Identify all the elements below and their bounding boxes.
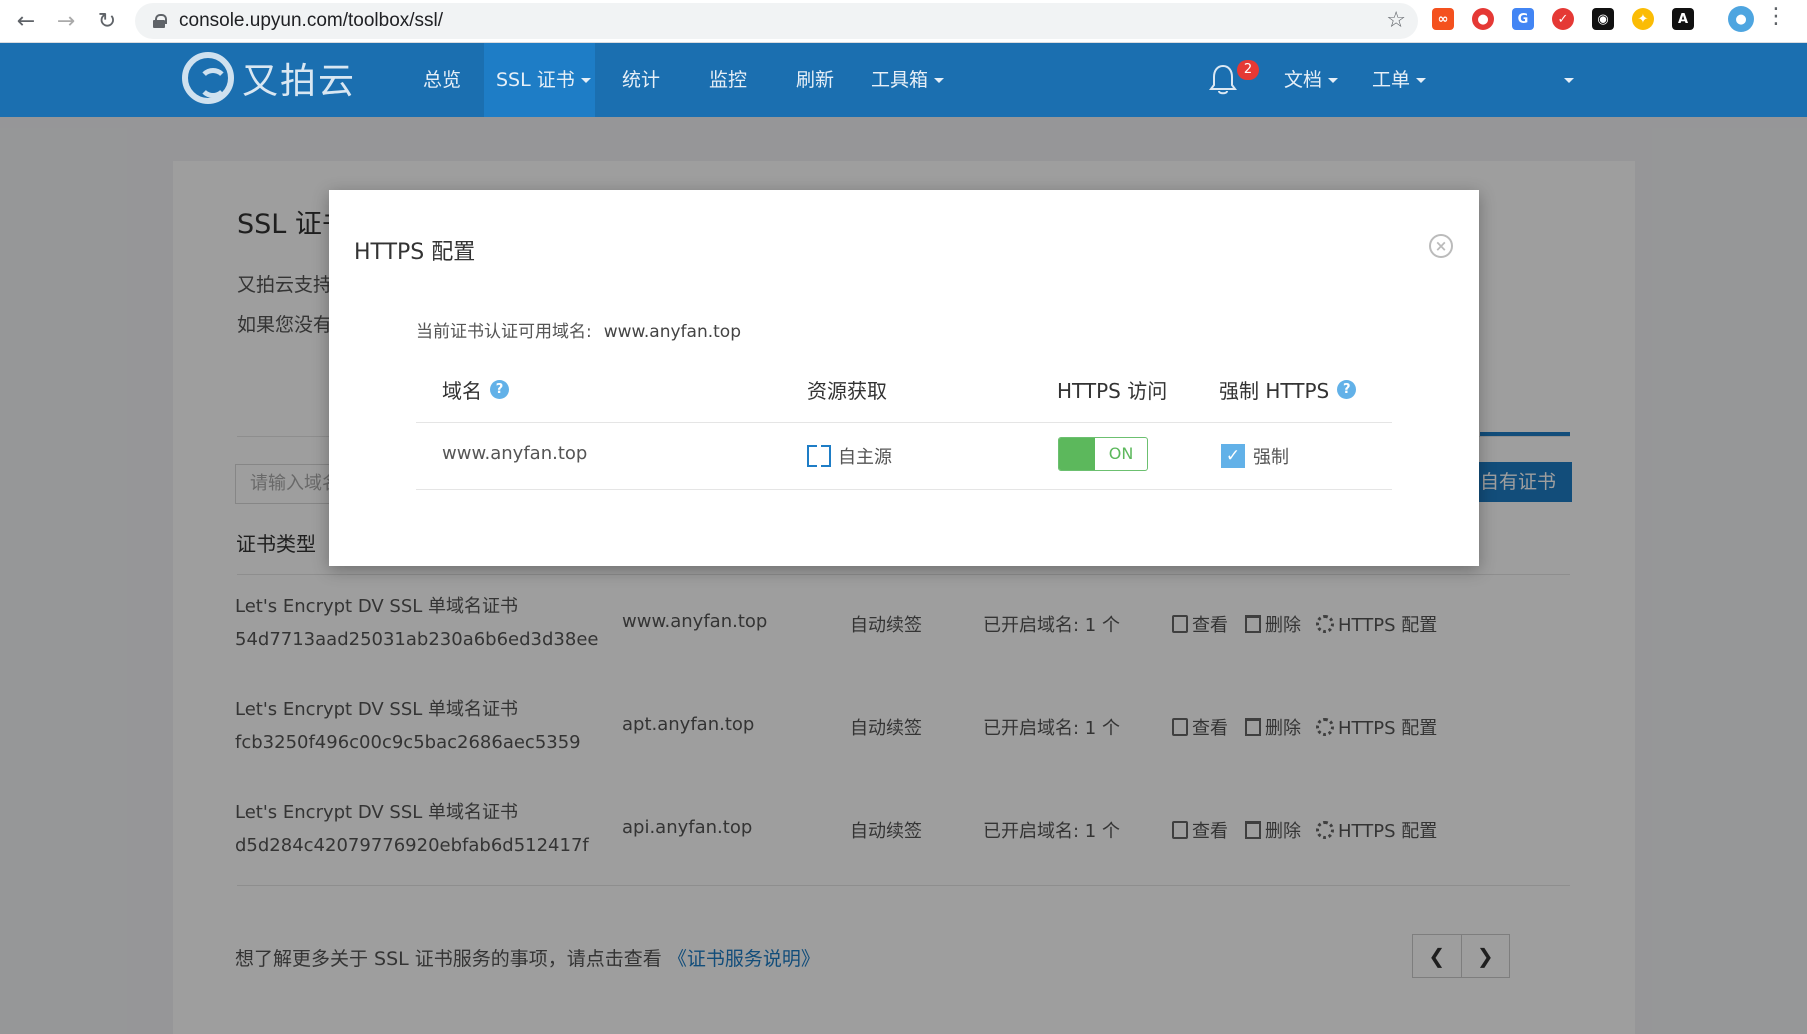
address-bar[interactable]: console.upyun.com/toolbox/ssl/ ☆ [135,3,1418,39]
row-source-label: 自主源 [838,447,892,468]
origin-server-icon [807,445,831,467]
nav-ticket[interactable]: 工单 [1372,43,1427,117]
extension-icon-2[interactable]: ● [1472,8,1494,30]
chevron-down-icon [1564,78,1574,83]
upyun-logo[interactable]: 又拍云 [182,52,356,104]
back-icon[interactable]: ← [6,1,46,41]
nav-toolbox-label: 工具箱 [871,69,929,91]
header-https-access: HTTPS 访问 [1057,375,1167,404]
divider [416,489,1392,490]
nav-toolbox[interactable]: 工具箱 [871,43,945,117]
toggle-knob [1059,438,1095,470]
nav-docs-label: 文档 [1284,69,1323,91]
nav-docs[interactable]: 文档 [1284,43,1339,117]
force-https-label: 强制 [1253,447,1289,468]
row-domain: www.anyfan.top [442,443,588,464]
top-navigation: 又拍云 总览 SSL 证书 统计 监控 刷新 工具箱 2 文档 工单 [0,43,1807,117]
chevron-down-icon [580,78,591,83]
extension-icon-6[interactable]: ✦ [1632,8,1654,30]
current-domain-value: www.anyfan.top [603,322,741,342]
forward-icon[interactable]: → [46,1,86,41]
bookmark-star-icon[interactable]: ☆ [1386,8,1406,33]
nav-ticket-label: 工单 [1372,69,1411,91]
current-domain-label: 当前证书认证可用域名: [416,322,592,342]
divider [416,422,1392,423]
nav-overview[interactable]: 总览 [423,43,461,117]
nav-ssl-label: SSL 证书 [496,69,575,91]
nav-ssl[interactable]: SSL 证书 [484,43,595,117]
profile-avatar[interactable]: ● [1728,6,1754,32]
nav-stats[interactable]: 统计 [622,43,660,117]
browser-menu-icon[interactable]: ⋮ [1765,4,1787,29]
translate-icon[interactable]: G [1512,8,1534,30]
account-dropdown[interactable] [1558,43,1574,117]
bell-icon[interactable] [1208,63,1238,97]
force-https-checkbox[interactable]: ✓ 强制 [1221,443,1289,469]
chevron-down-icon [1416,78,1427,83]
close-icon[interactable]: × [1429,234,1453,258]
extension-icon-1[interactable]: ∞ [1432,8,1454,30]
nav-refresh[interactable]: 刷新 [796,43,834,117]
lock-icon [153,14,167,28]
url-text: console.upyun.com/toolbox/ssl/ [179,10,444,31]
extension-icon-4[interactable]: ✓ [1552,8,1574,30]
header-domain-label: 域名 [442,379,482,403]
chevron-down-icon [934,78,945,83]
toggle-label: ON [1108,444,1134,463]
browser-toolbar: ← → ↻ console.upyun.com/toolbox/ssl/ ☆ ∞… [0,0,1807,43]
checkmark-icon: ✓ [1221,444,1245,468]
extension-icon-5[interactable]: ◉ [1592,8,1614,30]
extension-icon-7[interactable]: A [1672,8,1694,30]
logo-text: 又拍云 [242,61,357,102]
https-access-toggle[interactable]: ON [1058,437,1148,471]
header-source: 资源获取 [807,375,887,404]
chevron-down-icon [1328,78,1339,83]
modal-title: HTTPS 配置 [354,240,476,265]
header-https-access-label: HTTPS 访问 [1057,379,1168,403]
reload-icon[interactable]: ↻ [87,1,127,41]
header-force-https: 强制 HTTPS? [1219,375,1357,404]
header-domain: 域名? [442,375,509,404]
notification-badge: 2 [1237,60,1259,80]
header-force-https-label: 强制 HTTPS [1219,379,1330,403]
nav-monitor[interactable]: 监控 [709,43,747,117]
https-config-modal: HTTPS 配置 × 当前证书认证可用域名: www.anyfan.top 域名?… [329,190,1479,566]
header-source-label: 资源获取 [807,379,887,403]
help-icon[interactable]: ? [490,380,509,399]
current-domain-info: 当前证书认证可用域名: www.anyfan.top [416,317,741,342]
row-source: 自主源 [807,443,892,469]
logo-mark-icon [182,52,234,104]
help-icon[interactable]: ? [1337,380,1357,399]
